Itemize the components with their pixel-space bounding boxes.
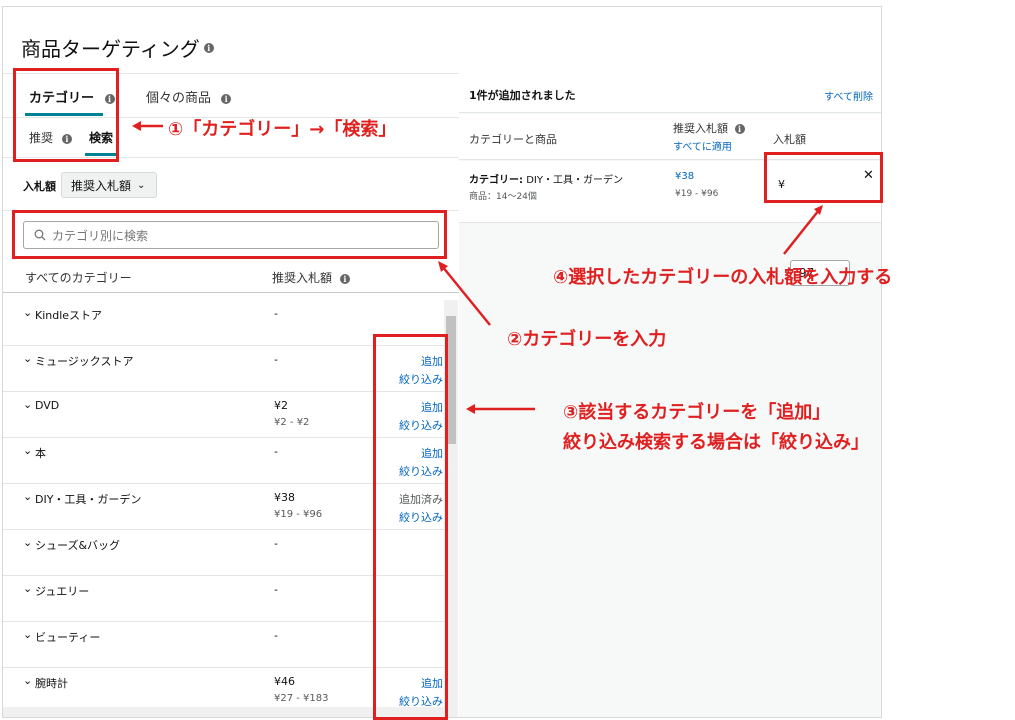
added-item-range: ¥19 - ¥96 [675, 189, 719, 199]
annotation-step1: ①「カテゴリー」→「検索」 [168, 119, 397, 140]
apply-all-link[interactable]: すべてに適用 [673, 138, 732, 153]
highlight-bid-input [764, 152, 883, 203]
info-icon[interactable]: i [221, 94, 232, 104]
category-name: 腕時計 [35, 677, 68, 690]
category-suggested-bid: - [274, 629, 278, 642]
annotation-step3-line2: 絞り込み検索する場合は「絞り込み」 [563, 432, 869, 453]
col-bid: 入札額 [773, 133, 806, 146]
added-item-products: 商品：14〜24個 [469, 192, 537, 202]
category-suggested-bid: ¥38 [274, 491, 295, 504]
category-name: DIY・工具・ガーデン [35, 493, 142, 506]
category-suggested-bid: ¥46 [274, 675, 295, 688]
category-suggested-bid: - [274, 445, 278, 458]
category-name: 本 [35, 447, 46, 460]
annotation-step3-line1: ③該当するカテゴリーを「追加」 [563, 402, 831, 423]
col-category-products: カテゴリーと商品 [469, 133, 557, 146]
annotation-step2: ②カテゴリーを入力 [507, 329, 667, 350]
added-header: 1件が追加されました すべて削除 [459, 73, 881, 113]
highlight-search [12, 210, 447, 259]
category-name: シューズ&バッグ [35, 539, 121, 552]
category-suggested-bid: - [274, 307, 278, 320]
expand-chevron-icon[interactable]: ⌄ [23, 352, 32, 365]
bid-label: 入札額 [23, 180, 56, 193]
expand-chevron-icon[interactable]: ⌄ [23, 582, 32, 595]
remove-all-link[interactable]: すべて削除 [824, 88, 873, 103]
tab-individual-products[interactable]: 個々の商品 i [146, 87, 232, 106]
category-name: ジュエリー [35, 585, 90, 598]
added-item-category: カテゴリー: DIY・工具・ガーデン [469, 171, 623, 186]
info-icon[interactable]: i [734, 124, 745, 134]
expand-chevron-icon[interactable]: ⌄ [23, 628, 32, 641]
category-suggested-bid: - [274, 537, 278, 550]
expand-chevron-icon[interactable]: ⌄ [23, 674, 32, 687]
bid-strategy-value: 推奨入札額 [71, 178, 132, 193]
category-name: DVD [35, 399, 60, 412]
expand-chevron-icon[interactable]: ⌄ [23, 444, 32, 457]
expand-chevron-icon[interactable]: ⌄ [23, 536, 32, 549]
expand-chevron-icon[interactable]: ⌄ [23, 306, 32, 319]
list-header-suggested-label: 推奨入札額 [272, 271, 333, 285]
category-bid-range: ¥27 - ¥183 [274, 693, 329, 704]
info-icon[interactable]: i [203, 42, 214, 53]
page-title-text: 商品ターゲティング [21, 37, 200, 61]
category-name: ミュージックストア [35, 355, 134, 368]
category-name: ビューティー [35, 631, 101, 644]
list-header-divider [3, 292, 459, 293]
category-bid-range: ¥2 - ¥2 [274, 417, 310, 428]
chevron-down-icon: ⌄ [137, 179, 146, 191]
highlight-tabs [13, 68, 119, 162]
expand-chevron-icon[interactable]: ⌄ [23, 398, 32, 411]
category-bid-range: ¥19 - ¥96 [274, 509, 323, 520]
bid-strategy-dropdown[interactable]: 推奨入札額 ⌄ [61, 172, 157, 198]
added-item-category-label: カテゴリー: [469, 175, 523, 186]
info-icon[interactable]: i [339, 274, 350, 284]
category-suggested-bid: - [274, 353, 278, 366]
annotation-step4: ④選択したカテゴリーの入札額を入力する [553, 267, 893, 288]
category-suggested-bid: ¥2 [274, 399, 288, 412]
tab-individual-products-label: 個々の商品 [146, 91, 212, 106]
highlight-actions [373, 334, 448, 720]
category-name: Kindleストア [35, 309, 103, 322]
added-item-suggested: ¥38 [675, 171, 695, 182]
added-item-category-name: DIY・工具・ガーデン [526, 175, 623, 186]
col-suggested-bid: 推奨入札額 i [673, 120, 745, 136]
added-count: 1件が追加されました [469, 89, 576, 102]
list-header-category: すべてのカテゴリー [25, 271, 132, 285]
expand-chevron-icon[interactable]: ⌄ [23, 490, 32, 503]
col-suggested-bid-label: 推奨入札額 [673, 122, 728, 135]
category-suggested-bid: - [274, 583, 278, 596]
list-header-suggested: 推奨入札額 i [272, 269, 350, 286]
page-title: 商品ターゲティング i [21, 33, 214, 62]
